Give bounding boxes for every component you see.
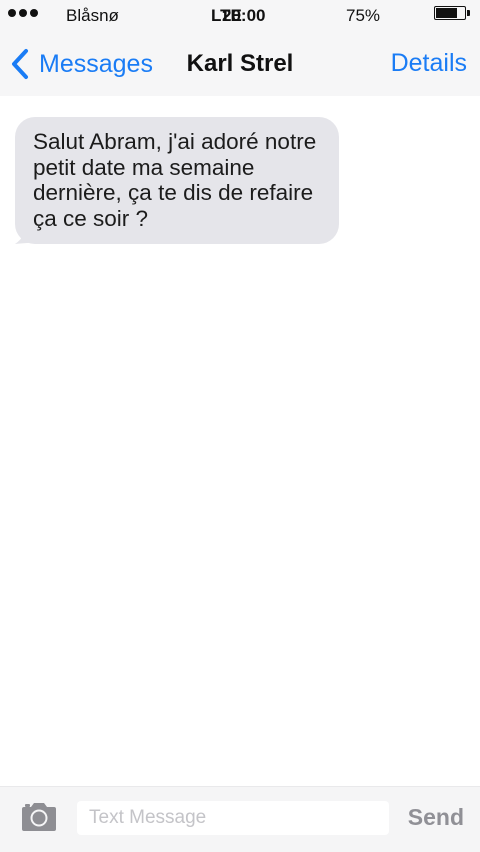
signal-dots-icon <box>8 9 38 17</box>
message-input[interactable] <box>77 801 389 835</box>
top-bar: Blåsnø LTE 20:00 75% Messages Karl Strel… <box>0 0 480 96</box>
battery-percent: 75% <box>346 6 381 25</box>
camera-icon[interactable] <box>19 801 59 833</box>
carrier-name: Blåsnø <box>66 6 119 25</box>
status-time: 20:00 <box>222 6 266 25</box>
status-bar: Blåsnø LTE 20:00 75% <box>0 0 480 32</box>
message-incoming: Salut Abram, j'ai adoré notre petit date… <box>15 117 339 244</box>
details-button[interactable]: Details <box>391 49 467 78</box>
battery-icon <box>434 6 470 20</box>
battery-fill <box>436 8 457 18</box>
conversation: Salut Abram, j'ai adoré notre petit date… <box>0 96 480 786</box>
messages-screen: Blåsnø LTE 20:00 75% Messages Karl Strel… <box>0 0 480 852</box>
send-button[interactable]: Send <box>408 804 464 831</box>
message-bubble[interactable]: Salut Abram, j'ai adoré notre petit date… <box>15 117 339 244</box>
nav-bar: Messages Karl Strel Details <box>0 32 480 96</box>
composer-bar: Send <box>0 786 480 852</box>
